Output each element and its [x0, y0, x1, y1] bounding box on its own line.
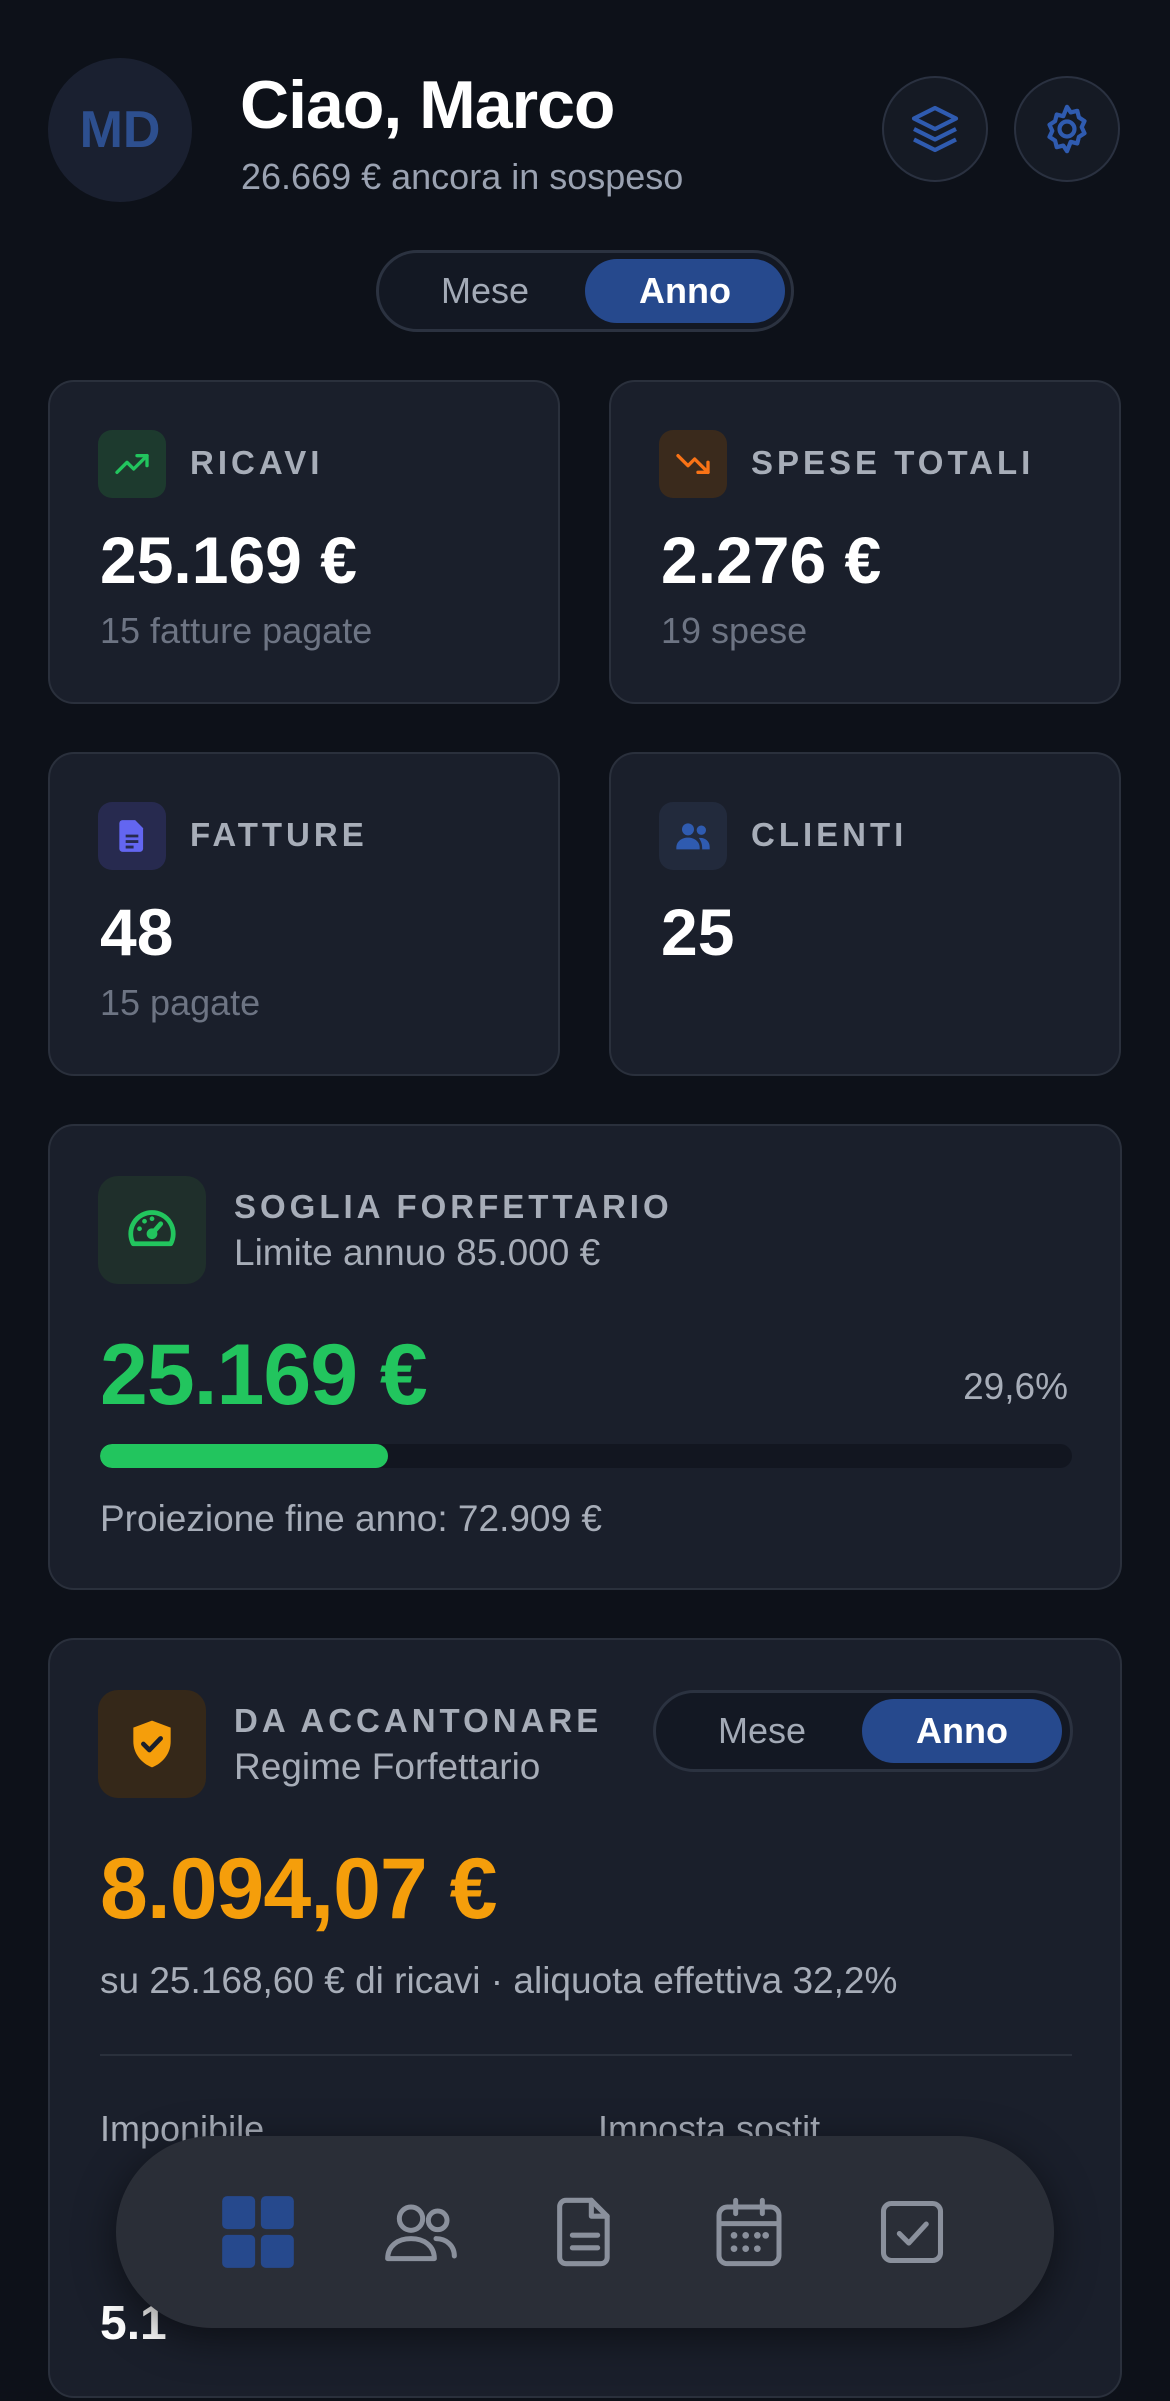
soglia-title: SOGLIA FORFETTARIO — [234, 1188, 673, 1225]
accantonare-value: 8.094,07 € — [100, 1841, 497, 1937]
accantonare-option-year[interactable]: Anno — [862, 1699, 1062, 1763]
nav-tasks[interactable] — [862, 2182, 962, 2282]
soglia-progress-fill — [100, 1444, 388, 1468]
spese-sub: 19 spese — [661, 610, 808, 651]
avatar[interactable]: MD — [48, 58, 192, 202]
spese-label: SPESE TOTALI — [751, 444, 1035, 481]
users-icon — [385, 2204, 458, 2262]
period-toggle: Mese Anno — [376, 250, 794, 332]
ricavi-sub: 15 fatture pagate — [100, 610, 373, 651]
accantonare-option-month[interactable]: Mese — [662, 1699, 862, 1763]
settings-button[interactable] — [1014, 76, 1120, 182]
ricavi-card[interactable]: RICAVI 25.169 € 15 fatture pagate — [48, 380, 560, 704]
spese-card[interactable]: SPESE TOTALI 2.276 € 19 spese — [609, 380, 1121, 704]
soglia-projection: Proiezione fine anno: 72.909 € — [100, 1498, 602, 1539]
fatture-label: FATTURE — [190, 816, 368, 853]
layers-icon — [911, 105, 959, 153]
spese-value: 2.276 € — [661, 523, 882, 597]
document-icon — [98, 802, 166, 870]
calendar-icon — [716, 2197, 782, 2267]
fatture-sub: 15 pagate — [100, 982, 261, 1023]
accantonare-description: su 25.168,60 € di ricavi · aliquota effe… — [100, 1960, 898, 2001]
accantonare-title: DA ACCANTONARE — [234, 1702, 603, 1739]
soglia-subtitle: Limite annuo 85.000 € — [234, 1232, 601, 1273]
dashboard-icon — [221, 2196, 294, 2268]
period-option-month[interactable]: Mese — [385, 259, 585, 323]
nav-dashboard[interactable] — [208, 2182, 308, 2282]
soglia-progress-bar — [100, 1444, 1072, 1468]
soglia-percent: 29,6% — [963, 1366, 1068, 1407]
fatture-value: 48 — [100, 895, 174, 969]
greeting-title: Ciao, Marco — [240, 67, 615, 143]
layers-button[interactable] — [882, 76, 988, 182]
accantonare-subtitle: Regime Forfettario — [234, 1746, 541, 1787]
fatture-card[interactable]: FATTURE 48 15 pagate — [48, 752, 560, 1076]
ricavi-label: RICAVI — [190, 444, 324, 481]
trending-up-icon — [98, 430, 166, 498]
soglia-value: 25.169 € — [100, 1327, 428, 1423]
users-icon — [659, 802, 727, 870]
gauge-icon — [98, 1176, 206, 1284]
checkbox-icon — [881, 2200, 944, 2264]
nav-invoices[interactable] — [535, 2182, 635, 2282]
nav-calendar[interactable] — [699, 2182, 799, 2282]
period-option-year[interactable]: Anno — [585, 259, 785, 323]
clienti-card[interactable]: CLIENTI 25 — [609, 752, 1121, 1076]
document-icon — [557, 2197, 610, 2267]
nav-clients[interactable] — [371, 2182, 471, 2282]
shield-check-icon — [98, 1690, 206, 1798]
accantonare-period-toggle: Mese Anno — [653, 1690, 1073, 1772]
soglia-forfettario-card[interactable]: SOGLIA FORFETTARIO Limite annuo 85.000 €… — [48, 1124, 1122, 1590]
divider — [100, 2054, 1072, 2056]
pending-amount-text: 26.669 € ancora in sospeso — [241, 156, 684, 197]
clienti-label: CLIENTI — [751, 816, 908, 853]
clienti-value: 25 — [661, 895, 735, 969]
trending-down-icon — [659, 430, 727, 498]
bottom-nav — [116, 2136, 1054, 2328]
ricavi-value: 25.169 € — [100, 523, 357, 597]
gear-icon — [1047, 104, 1087, 154]
